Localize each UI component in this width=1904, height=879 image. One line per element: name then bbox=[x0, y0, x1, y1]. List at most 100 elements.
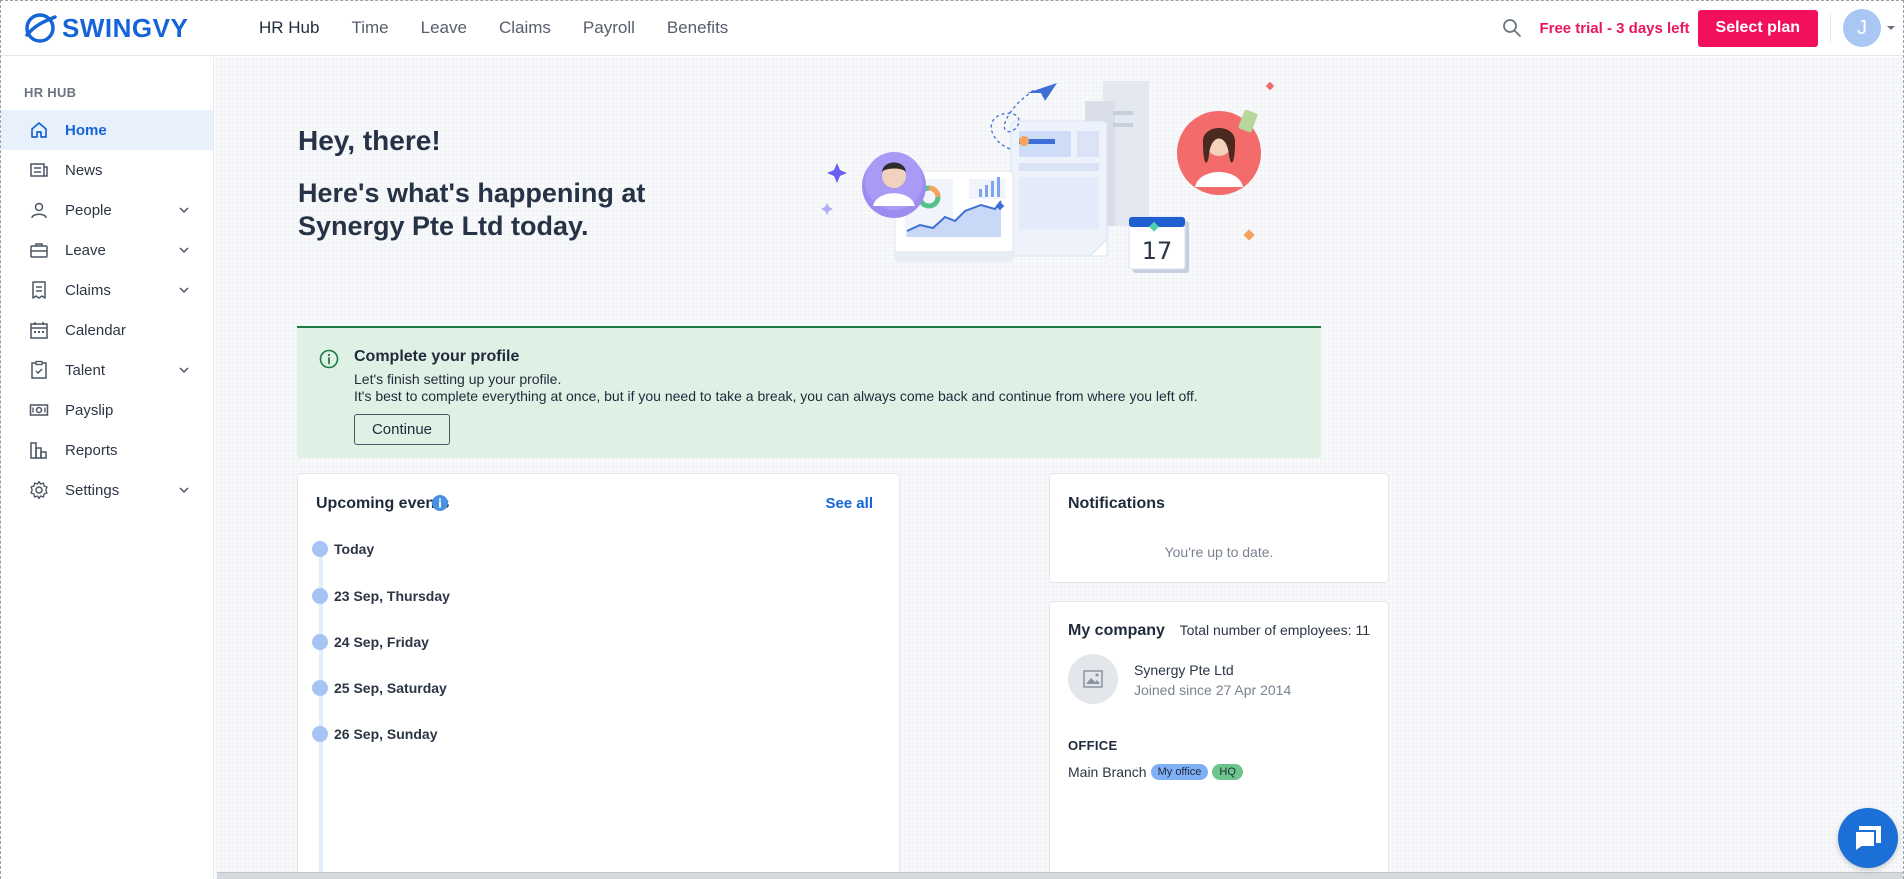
sidebar-item-news[interactable]: News bbox=[1, 150, 213, 190]
sidebar-item-home[interactable]: Home bbox=[1, 110, 213, 150]
branch-row: Main Branch My office HQ bbox=[1068, 764, 1247, 780]
sidebar-item-label: Settings bbox=[65, 481, 120, 499]
sidebar-item-label: Leave bbox=[65, 241, 106, 259]
sidebar-item-payslip[interactable]: Payslip bbox=[1, 390, 213, 430]
search-icon[interactable] bbox=[1501, 17, 1523, 39]
event-day: 24 Sep, Friday bbox=[312, 634, 429, 650]
hq-badge: HQ bbox=[1212, 764, 1243, 780]
event-day-label: 25 Sep, Saturday bbox=[334, 680, 447, 696]
event-day: 23 Sep, Thursday bbox=[312, 588, 450, 604]
timeline-dot bbox=[312, 541, 328, 557]
gear-icon bbox=[30, 480, 48, 500]
money-icon bbox=[29, 404, 49, 416]
my-company-card: My company Total number of employees: 11… bbox=[1049, 601, 1389, 879]
top-divider bbox=[1830, 13, 1831, 43]
sidebar-item-label: People bbox=[65, 201, 112, 219]
sidebar-item-label: News bbox=[65, 161, 103, 179]
timeline-dot bbox=[312, 588, 328, 604]
chevron-down-icon bbox=[179, 287, 189, 294]
company-name: Synergy Pte Ltd bbox=[1134, 662, 1234, 678]
topnav-time[interactable]: Time bbox=[351, 18, 388, 38]
sidebar-item-calendar[interactable]: Calendar bbox=[1, 310, 213, 350]
news-icon bbox=[30, 163, 48, 177]
brand-logo[interactable]: SWINGVY bbox=[23, 11, 253, 45]
company-joined-date: Joined since 27 Apr 2014 bbox=[1134, 682, 1292, 698]
brand-name: SWINGVY bbox=[62, 12, 189, 43]
events-title: Upcoming events bbox=[316, 495, 450, 512]
greeting-block: Hey, there! Here's what's happening at S… bbox=[298, 125, 658, 243]
chevron-down-icon bbox=[179, 247, 189, 254]
company-logo bbox=[1068, 654, 1118, 704]
sidebar-item-label: Calendar bbox=[65, 321, 126, 339]
event-day-label: 23 Sep, Thursday bbox=[334, 588, 450, 604]
chevron-down-icon bbox=[179, 207, 189, 214]
timeline-dot bbox=[312, 680, 328, 696]
event-day-label: 24 Sep, Friday bbox=[334, 634, 429, 650]
sidebar-item-label: Home bbox=[65, 121, 107, 139]
see-all-link[interactable]: See all bbox=[825, 495, 873, 512]
sidebar-item-settings[interactable]: Settings bbox=[1, 470, 213, 510]
employee-count: Total number of employees: 11 bbox=[1179, 622, 1370, 638]
home-icon bbox=[31, 122, 47, 138]
top-right-controls: Free trial - 3 days left Select plan J bbox=[1501, 1, 1903, 55]
chevron-down-icon bbox=[179, 367, 189, 374]
caret-down-icon[interactable] bbox=[1885, 22, 1897, 34]
timeline-dot bbox=[312, 634, 328, 650]
topnav-leave[interactable]: Leave bbox=[421, 18, 467, 38]
top-nav: HR Hub Time Leave Claims Payroll Benefit… bbox=[259, 18, 760, 38]
horizontal-scrollbar[interactable] bbox=[217, 872, 1903, 879]
event-day: 25 Sep, Saturday bbox=[312, 680, 447, 696]
complete-profile-banner: Complete your profile Let's finish setti… bbox=[297, 326, 1321, 458]
event-day: 26 Sep, Sunday bbox=[312, 726, 437, 742]
topnav-payroll[interactable]: Payroll bbox=[583, 18, 635, 38]
info-icon[interactable] bbox=[432, 495, 448, 511]
banner-line-2: It's best to complete everything at once… bbox=[354, 388, 1198, 404]
topnav-hr-hub[interactable]: HR Hub bbox=[259, 18, 319, 38]
info-icon bbox=[319, 349, 339, 369]
sidebar-heading: HR HUB bbox=[24, 85, 77, 100]
person-icon bbox=[31, 202, 47, 219]
greeting-subtitle: Here's what's happening at Synergy Pte L… bbox=[298, 178, 646, 241]
chat-button[interactable] bbox=[1838, 808, 1898, 868]
notifications-card: Notifications You're up to date. bbox=[1049, 473, 1389, 583]
topnav-claims[interactable]: Claims bbox=[499, 18, 551, 38]
sidebar-item-people[interactable]: People bbox=[1, 190, 213, 230]
sidebar-item-label: Claims bbox=[65, 281, 111, 299]
hero-illustration: 17 bbox=[821, 81, 1275, 273]
briefcase-icon bbox=[30, 243, 48, 258]
main-content: Hey, there! Here's what's happening at S… bbox=[215, 57, 1903, 879]
sidebar-item-label: Talent bbox=[65, 361, 106, 379]
sidebar-item-claims[interactable]: Claims bbox=[1, 270, 213, 310]
receipt-icon bbox=[32, 281, 46, 299]
user-avatar[interactable]: J bbox=[1843, 9, 1881, 47]
office-heading: OFFICE bbox=[1068, 738, 1118, 753]
company-card-title: My company bbox=[1068, 622, 1165, 639]
clipboard-icon bbox=[31, 360, 47, 379]
top-bar: SWINGVY HR Hub Time Leave Claims Payroll… bbox=[1, 1, 1903, 56]
sidebar-item-leave[interactable]: Leave bbox=[1, 230, 213, 270]
chat-bubble-icon bbox=[1854, 826, 1881, 853]
sidebar-item-label: Reports bbox=[65, 441, 118, 459]
event-day: Today bbox=[312, 541, 374, 557]
my-office-badge: My office bbox=[1150, 764, 1209, 780]
sidebar: HR HUB Home News People Leave Claims Cal… bbox=[1, 57, 214, 879]
free-trial-text[interactable]: Free trial - 3 days left bbox=[1539, 20, 1689, 37]
banner-line-1: Let's finish setting up your profile. bbox=[354, 371, 562, 387]
sidebar-item-label: Payslip bbox=[65, 401, 114, 419]
swingvy-logo-icon bbox=[25, 13, 57, 43]
sidebar-item-talent[interactable]: Talent bbox=[1, 350, 213, 390]
upcoming-events-card: Upcoming events See all Today 23 Sep, Th… bbox=[297, 473, 900, 879]
sidebar-item-reports[interactable]: Reports bbox=[1, 430, 213, 470]
calendar-icon bbox=[30, 322, 48, 339]
greeting-title: Hey, there! bbox=[298, 125, 441, 156]
continue-button[interactable]: Continue bbox=[354, 414, 450, 445]
topnav-benefits[interactable]: Benefits bbox=[667, 18, 728, 38]
timeline-dot bbox=[312, 726, 328, 742]
event-day-label: Today bbox=[334, 541, 375, 557]
select-plan-button[interactable]: Select plan bbox=[1697, 9, 1818, 47]
bar-chart-icon bbox=[30, 442, 47, 459]
notifications-empty-text: You're up to date. bbox=[1164, 544, 1274, 560]
notifications-title: Notifications bbox=[1068, 495, 1165, 512]
chevron-down-icon bbox=[179, 487, 189, 494]
banner-title: Complete your profile bbox=[354, 348, 520, 365]
